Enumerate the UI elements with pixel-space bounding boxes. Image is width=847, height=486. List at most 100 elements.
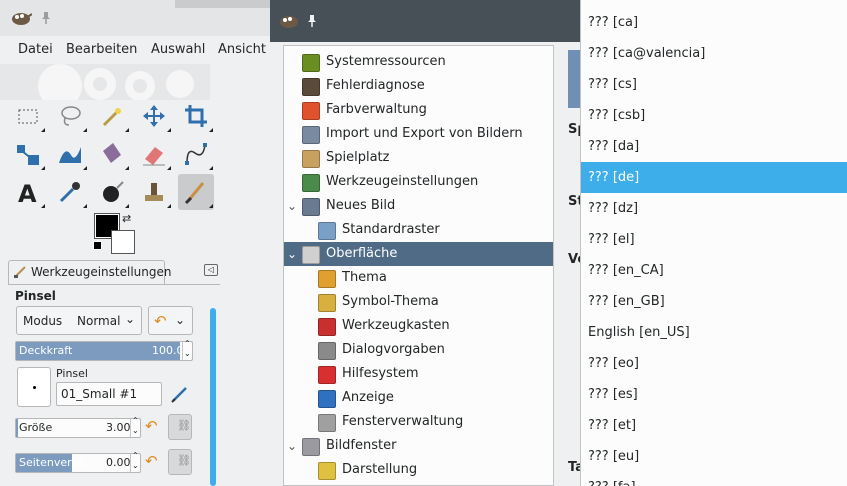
paths-tool[interactable] xyxy=(178,136,214,172)
swap-colors-icon[interactable]: ⇄ xyxy=(122,212,131,225)
tree-item[interactable]: ⌄ Oberfläche xyxy=(284,242,553,266)
language-option[interactable]: ??? [dz] xyxy=(581,193,847,224)
aspect-chain-button[interactable]: ⛓ xyxy=(168,449,192,475)
tree-item[interactable]: Spielplatz xyxy=(284,146,553,170)
tree-item-label: Fensterverwaltung xyxy=(342,414,464,429)
aspect-value: 0.00 xyxy=(106,456,131,469)
size-reset-icon[interactable]: ↶ xyxy=(145,417,158,435)
opacity-spin[interactable]: ⌃ ⌄ xyxy=(182,339,192,360)
size-spin[interactable]: ⌃ ⌄ xyxy=(130,416,140,437)
warp-transform-tool[interactable] xyxy=(52,136,88,172)
move-tool[interactable] xyxy=(136,98,172,134)
chevron-down-icon: ⌄ xyxy=(175,313,186,327)
system-resources-icon xyxy=(302,54,320,72)
menu-datei[interactable]: Datei xyxy=(18,42,53,57)
color-picker-tool[interactable] xyxy=(52,174,88,210)
tree-item[interactable]: ⌄ Bildfenster xyxy=(284,434,553,458)
background-color-swatch[interactable] xyxy=(111,230,135,254)
tree-item[interactable]: ⌄ Neues Bild xyxy=(284,194,553,218)
section-header-banner xyxy=(568,50,580,108)
language-dropdown-list[interactable]: ??? [ca]??? [ca@valencia]??? [cs]??? [cs… xyxy=(580,0,847,486)
tree-item[interactable]: Hilfesystem xyxy=(284,362,553,386)
tree-item[interactable]: Darstellung xyxy=(284,458,553,482)
clone-tool[interactable] xyxy=(136,174,172,210)
menu-auswahl[interactable]: Auswahl xyxy=(151,42,205,57)
dialog-defaults-icon xyxy=(318,342,336,360)
language-option[interactable]: ??? [en_GB] xyxy=(581,286,847,317)
panel-menu-icon[interactable]: ◁ xyxy=(204,264,218,276)
language-option[interactable]: ??? [eo] xyxy=(581,348,847,379)
tree-item[interactable]: Farbverwaltung xyxy=(284,98,553,122)
expander-chevron-icon[interactable]: ⌄ xyxy=(287,247,297,261)
tree-item-label: Spielplatz xyxy=(326,150,390,165)
menu-bearbeiten[interactable]: Bearbeiten xyxy=(66,42,137,57)
aspect-ratio-slider[interactable]: Seitenverhä... 0.00 ⌃ ⌄ xyxy=(15,451,141,473)
wilber-banner xyxy=(0,64,210,108)
preferences-titlebar[interactable] xyxy=(270,0,580,42)
mode-dropdown[interactable]: Modus Normal ⌄ xyxy=(16,306,142,335)
tree-item[interactable]: Systemressourcen xyxy=(284,50,553,74)
eraser-tool[interactable] xyxy=(136,136,172,172)
crop-tool[interactable] xyxy=(178,98,214,134)
aspect-reset-icon[interactable]: ↶ xyxy=(145,452,158,470)
main-titlebar[interactable] xyxy=(0,0,270,37)
tree-item[interactable]: Werkzeugkasten xyxy=(284,314,553,338)
opacity-slider[interactable]: Deckkraft 100.0 ⌃ ⌄ xyxy=(15,339,193,361)
language-option[interactable]: ??? [et] xyxy=(581,410,847,441)
brush-name-field[interactable]: 01_Small #1 xyxy=(56,382,162,406)
tree-item[interactable]: Import und Export von Bildern xyxy=(284,122,553,146)
language-option[interactable]: ??? [csb] xyxy=(581,100,847,131)
expander-chevron-icon[interactable]: ⌄ xyxy=(287,439,297,453)
tree-item-label: Anzeige xyxy=(342,390,394,405)
tree-item[interactable]: Thema xyxy=(284,266,553,290)
aspect-label: Seitenverhä... xyxy=(19,456,96,469)
paintbrush-tool[interactable] xyxy=(178,174,214,210)
aspect-spin[interactable]: ⌃ ⌄ xyxy=(130,451,140,472)
lasso-tool[interactable] xyxy=(52,98,88,134)
tree-item-label: Werkzeugeinstellungen xyxy=(326,174,479,189)
tree-item[interactable]: Symbol-Thema xyxy=(284,290,553,314)
tool-options-tab-icon xyxy=(13,265,27,283)
size-chain-button[interactable]: ⛓ xyxy=(168,414,192,440)
text-tool[interactable]: A xyxy=(10,174,46,210)
size-slider[interactable]: Größe 3.00 ⌃ ⌄ xyxy=(15,416,141,438)
pin-icon[interactable] xyxy=(306,14,318,32)
preferences-category-tree[interactable]: Systemressourcen Fehlerdiagnose Farbverwal… xyxy=(283,45,554,486)
tree-item[interactable]: Werkzeugeinstellungen xyxy=(284,170,553,194)
tree-item[interactable]: Dialogvorgaben xyxy=(284,338,553,362)
language-option[interactable]: ??? [eu] xyxy=(581,441,847,472)
handle-transform-tool[interactable] xyxy=(94,136,130,172)
language-option[interactable]: ??? [fa] xyxy=(581,472,847,486)
chain-icon: ⛓ xyxy=(177,454,191,467)
language-option[interactable]: ??? [ca@valencia] xyxy=(581,38,847,69)
language-option[interactable]: ??? [el] xyxy=(581,224,847,255)
language-option[interactable]: ??? [da] xyxy=(581,131,847,162)
language-option[interactable]: English [en_US] xyxy=(581,317,847,348)
chain-icon: ⛓ xyxy=(177,419,191,432)
brush-preview[interactable] xyxy=(17,367,51,407)
language-option[interactable]: ??? [es] xyxy=(581,379,847,410)
expander-chevron-icon[interactable]: ⌄ xyxy=(287,199,297,213)
tool-options-scrollbar[interactable] xyxy=(210,308,216,486)
default-colors-icon[interactable] xyxy=(93,241,102,250)
tool-options-tab[interactable]: Werkzeugeinstellungen xyxy=(8,260,171,285)
language-option[interactable]: ??? [ca] xyxy=(581,7,847,38)
unified-transform-tool[interactable] xyxy=(10,136,46,172)
fuzzy-select-tool[interactable] xyxy=(94,98,130,134)
bucket-fill-tool[interactable] xyxy=(94,174,130,210)
language-option[interactable]: ??? [en_CA] xyxy=(581,255,847,286)
menu-ansicht[interactable]: Ansicht xyxy=(218,42,266,57)
tree-item[interactable]: Anzeige xyxy=(284,386,553,410)
brush-dot xyxy=(33,386,36,389)
tree-item[interactable]: Fehlerdiagnose xyxy=(284,74,553,98)
mode-reset-dropdown[interactable]: ↶ ⌄ xyxy=(148,306,193,335)
language-option[interactable]: ??? [cs] xyxy=(581,69,847,100)
tree-item[interactable]: Standardraster xyxy=(284,218,553,242)
tree-item-label: Symbol-Thema xyxy=(342,294,439,309)
mode-label: Modus xyxy=(23,314,63,328)
language-option[interactable]: ??? [de] xyxy=(581,162,847,193)
tree-item[interactable]: Fensterverwaltung xyxy=(284,410,553,434)
edit-brush-icon[interactable] xyxy=(170,384,190,408)
pin-icon[interactable] xyxy=(40,11,52,29)
rect-select-tool[interactable] xyxy=(10,98,46,134)
